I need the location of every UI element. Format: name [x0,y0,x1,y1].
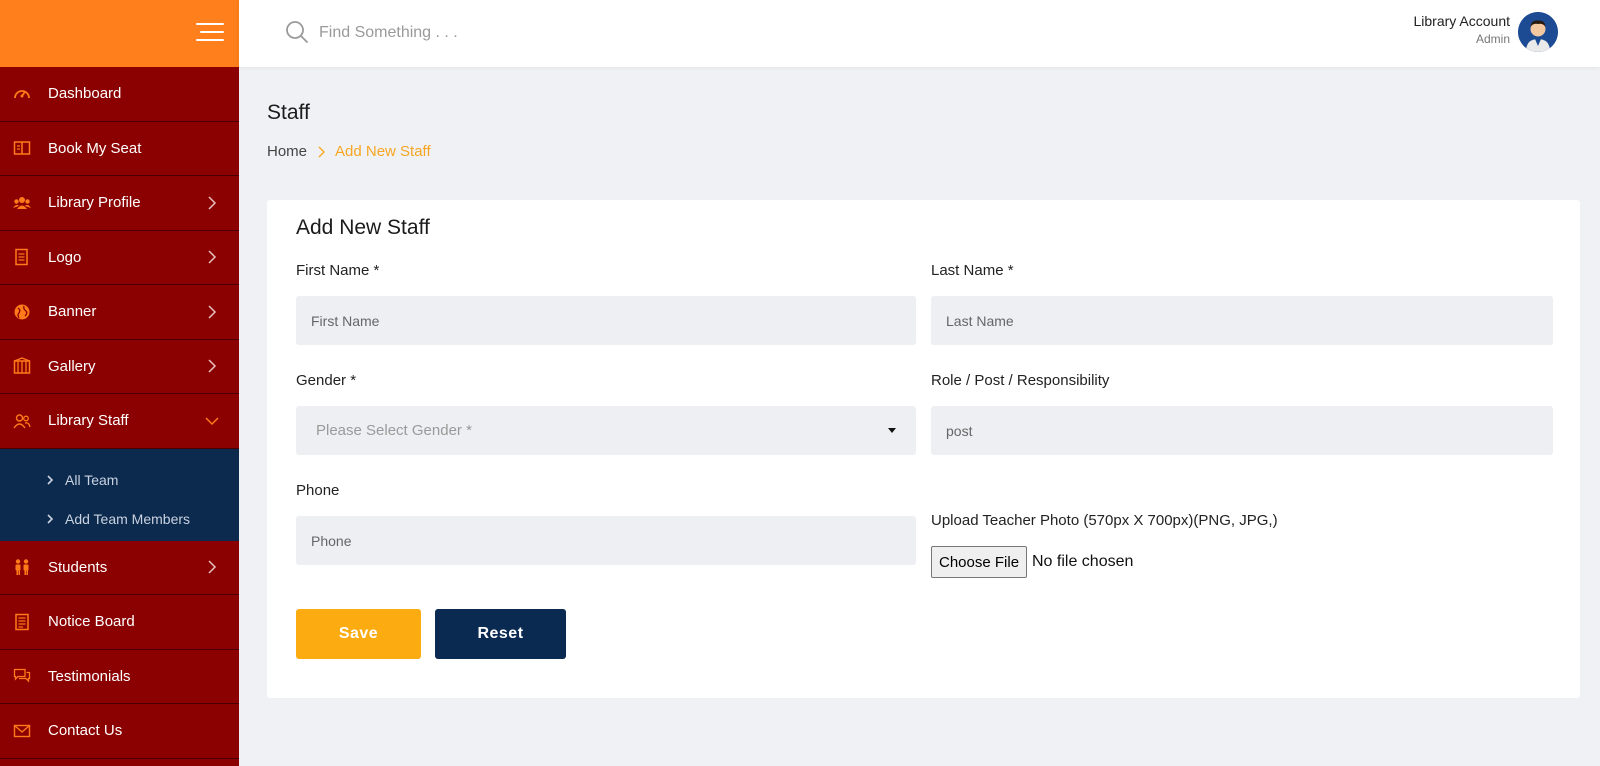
search-input[interactable] [319,18,719,48]
mail-icon [12,721,32,741]
sidebar-header [0,0,239,67]
chevron-right-icon [208,305,217,319]
breadcrumb-home-link[interactable]: Home [267,143,307,160]
library-staff-submenu: All Team Add Team Members [0,448,239,541]
users-icon [12,193,32,213]
search-icon[interactable] [285,20,309,44]
form-title: Add New Staff [296,216,430,239]
choose-file-button[interactable]: Choose File [931,546,1028,578]
sidebar-item-logo[interactable]: Logo [0,231,239,285]
save-button[interactable]: Save [296,609,421,659]
building-icon [12,356,32,376]
chevron-right-icon [47,514,54,524]
sidebar-item-label: Notice Board [48,613,135,631]
sidebar-item-label: Book My Seat [48,139,142,157]
first-name-label: First Name * [296,262,380,279]
notice-icon [12,612,32,632]
sidebar: Dashboard Book My Seat Library Profile L… [0,0,239,766]
sidebar-item-label: Contact Us [48,722,123,740]
sidebar-item-library-profile[interactable]: Library Profile [0,176,239,231]
sidebar-item-label: Library Profile [48,194,141,212]
account-name: Library Account [1413,13,1511,29]
sidebar-item-notice-board[interactable]: Notice Board [0,595,239,650]
chat-icon [12,666,32,686]
sidebar-item-students[interactable]: Students [0,541,239,595]
add-staff-card: Add New Staff First Name * Last Name * G… [267,200,1580,698]
sidebar-item-label: Logo [48,248,82,266]
chevron-right-icon [208,250,217,264]
menu-toggle-icon[interactable] [196,22,224,42]
phone-label: Phone [296,482,340,499]
sidebar-item-dashboard[interactable]: Dashboard [0,67,239,122]
submenu-item-label: All Team [65,472,119,488]
last-name-field[interactable] [931,296,1553,345]
sidebar-item-label: Library Staff [48,412,129,430]
account-role: Admin [1475,32,1510,46]
sidebar-item-contact-us[interactable]: Contact Us [0,704,239,759]
chevron-right-icon [208,196,217,210]
sidebar-item-library-staff[interactable]: Library Staff [0,394,239,449]
chevron-right-icon [318,146,326,157]
chevron-right-icon [47,475,54,485]
book-icon [12,138,32,158]
avatar[interactable] [1518,12,1558,52]
breadcrumb: Home Add New Staff [267,143,431,160]
gender-select[interactable]: Please Select Gender * [296,406,916,455]
role-field[interactable] [931,406,1553,455]
chevron-down-icon [205,417,219,425]
sidebar-item-label: Banner [48,303,97,321]
globe-icon [12,302,32,322]
page-title: Staff [267,101,310,124]
top-bar: Library Account Admin [239,0,1600,67]
submenu-item-add-team-members[interactable]: Add Team Members [0,500,239,539]
submenu-item-label: Add Team Members [65,511,191,527]
document-icon [12,247,32,267]
first-name-field[interactable] [296,296,916,345]
reset-button[interactable]: Reset [435,609,566,659]
chevron-right-icon [208,560,217,574]
sidebar-item-banner[interactable]: Banner [0,285,239,340]
sidebar-item-label: Testimonials [48,667,131,685]
role-label: Role / Post / Responsibility [931,372,1110,389]
caret-down-icon [888,428,896,433]
breadcrumb-current: Add New Staff [335,143,431,160]
sidebar-item-label: Students [48,558,108,576]
gauge-icon [12,84,32,104]
account-info[interactable]: Library Account Admin [1414,13,1511,46]
gender-select-value: Please Select Gender * [316,422,472,439]
upload-photo-label: Upload Teacher Photo (570px X 700px)(PNG… [931,512,1278,529]
submenu-item-all-team[interactable]: All Team [0,461,239,500]
last-name-label: Last Name * [931,262,1014,279]
sidebar-item-label: Gallery [48,357,96,375]
sidebar-item-label: Dashboard [48,85,122,103]
staff-icon [12,411,32,431]
sidebar-item-book-my-seat[interactable]: Book My Seat [0,122,239,176]
phone-field[interactable] [296,516,916,565]
sidebar-item-gallery[interactable]: Gallery [0,340,239,394]
chevron-right-icon [208,359,217,373]
sidebar-item-testimonials[interactable]: Testimonials [0,650,239,704]
file-status-text: No file chosen [1032,553,1134,570]
students-icon [12,557,32,577]
gender-label: Gender * [296,372,357,389]
